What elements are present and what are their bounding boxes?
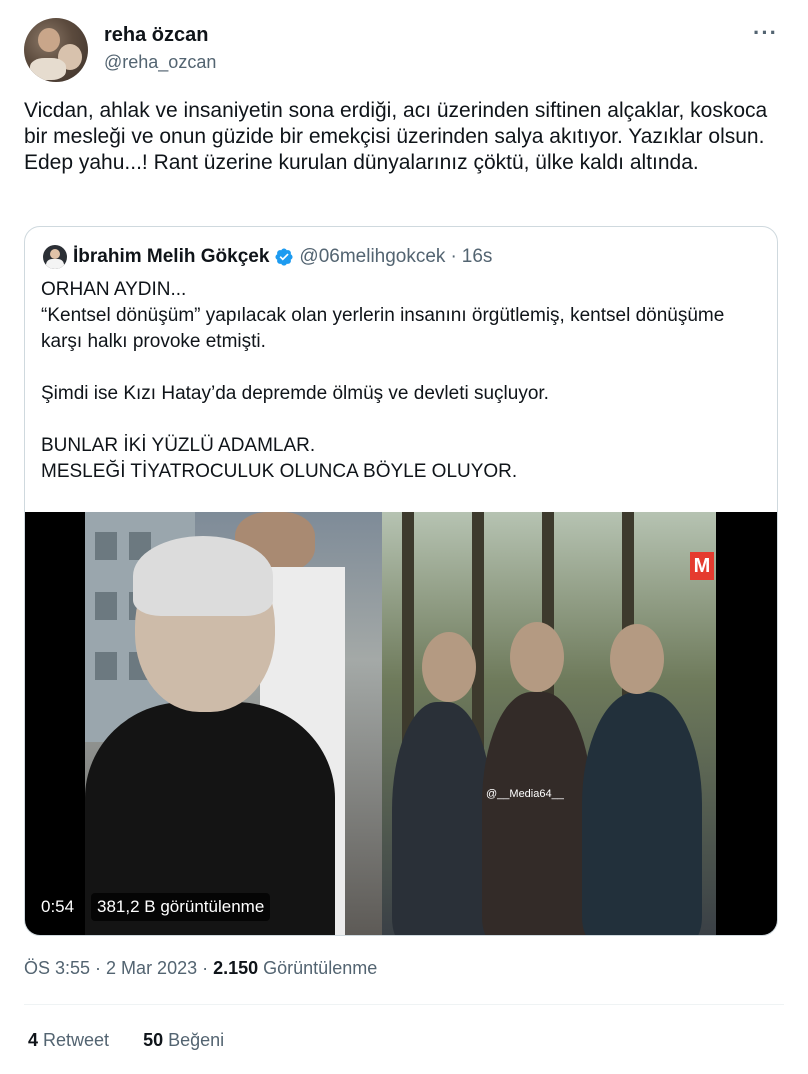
divider: [24, 1004, 784, 1005]
meta-separator: ·: [197, 958, 214, 978]
video-frame-left: [85, 512, 382, 935]
retweets-label: Retweet: [38, 1030, 110, 1050]
views-label: Görüntülenme: [258, 958, 378, 978]
quoted-author-name[interactable]: İbrahim Melih Gökçek: [73, 246, 269, 268]
video-duration: 0:54: [41, 897, 75, 916]
likes-count: 50: [143, 1030, 164, 1050]
likes-label: Beğeni: [163, 1030, 225, 1050]
video-player[interactable]: M @__Media64__ 0:54 381,2 B görüntülenme: [25, 512, 777, 935]
author-avatar[interactable]: [24, 18, 88, 82]
tweet-date[interactable]: 2 Mar 2023: [106, 958, 197, 978]
likes-stat[interactable]: 50 Beğeni: [143, 1030, 224, 1050]
quoted-tweet-header: İbrahim Melih Gökçek @06melihgokcek · 16…: [43, 245, 492, 269]
channel-logo: M: [690, 552, 714, 580]
author-display-name[interactable]: reha özcan: [104, 24, 208, 47]
retweets-count: 4: [28, 1030, 39, 1050]
views-count: 2.150: [213, 958, 259, 978]
tweet-metadata: ÖS 3:55 · 2 Mar 2023 · 2.150 Görüntülenm…: [24, 958, 377, 979]
engagement-stats: 4 Retweet 50 Beğeni: [28, 1030, 224, 1051]
quoted-author-avatar[interactable]: [43, 245, 67, 269]
more-options-icon[interactable]: ···: [753, 20, 778, 46]
video-view-count: 381,2 B görüntülenme: [91, 893, 271, 921]
retweets-stat[interactable]: 4 Retweet: [28, 1030, 109, 1050]
video-watermark: @__Media64__: [486, 788, 564, 800]
quoted-tweet-text: ORHAN AYDIN... “Kentsel dönüşüm” yapılac…: [41, 279, 725, 482]
meta-separator: ·: [90, 958, 107, 978]
video-frame-right: M @__Media64__: [382, 512, 716, 935]
tweet-time[interactable]: ÖS 3:55: [24, 958, 90, 978]
verified-badge-icon: [275, 248, 293, 266]
quoted-tweet[interactable]: İbrahim Melih Gökçek @06melihgokcek · 16…: [24, 226, 778, 936]
tweet-text: Vicdan, ahlak ve insaniyetin sona erdiği…: [24, 99, 768, 174]
quoted-time[interactable]: 16s: [462, 246, 493, 268]
tweet-header: reha özcan @reha_ozcan ···: [24, 18, 784, 82]
quoted-separator: ·: [450, 246, 457, 267]
author-handle[interactable]: @reha_ozcan: [104, 52, 216, 73]
quoted-author-handle[interactable]: @06melihgokcek: [299, 246, 445, 268]
